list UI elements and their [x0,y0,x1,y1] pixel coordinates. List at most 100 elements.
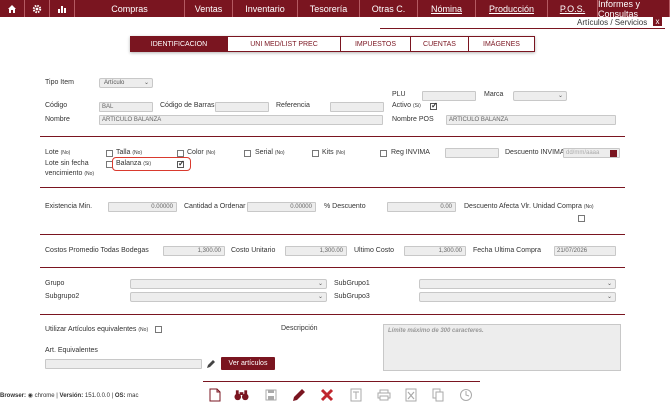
descripcion-textarea[interactable]: Límite máximo de 300 caracteres. [383,324,621,371]
codigo-input[interactable]: BAL [99,102,153,112]
tab-identificacion[interactable]: IDENTIFICACION [131,37,228,51]
utilizar-equiv-text: Utilizar Artículos equivalentes [45,326,137,333]
fecha-ultima-input[interactable]: 21/07/2026 [554,246,616,256]
reg-invima-label: Reg INVIMA [391,149,430,156]
costo-unitario-input[interactable]: 1,300.00 [285,246,347,256]
codigo-barras-input[interactable] [215,102,269,112]
tipo-item-value: Artículo [104,80,125,86]
pencil-icon[interactable] [206,359,216,369]
nav-pos[interactable]: P.O.S. [548,0,598,17]
separator: | [56,393,58,399]
home-icon[interactable] [0,0,25,17]
title-divider [380,28,665,29]
lote-sin-fecha-label: Lote sin fecha [45,160,89,167]
lote-text: Lote [45,149,59,156]
desc-invima-label: Descuento INVIMA [505,149,565,156]
ver-articulos-button[interactable]: Ver artículos [221,357,275,370]
nav-produccion[interactable]: Producción [476,0,548,17]
activo-label: Activo (Si) [392,102,421,109]
os-label: OS: [114,393,126,399]
grupo-select[interactable]: ⌄ [130,279,327,289]
edit-pencil-icon[interactable] [291,387,306,402]
os-value: mac [127,393,139,399]
talla-hint: (No) [132,150,143,156]
color-checkbox[interactable] [244,150,251,157]
bar-chart-icon[interactable] [50,0,75,17]
referencia-input[interactable] [330,102,384,112]
search-binoculars-icon[interactable] [234,387,249,402]
cantidad-label: Cantidad a Ordenar [184,203,246,210]
cantidad-input[interactable]: 0.00000 [247,202,316,212]
history-icon[interactable] [458,387,473,402]
costo-promedio-input[interactable]: 1,300.00 [163,246,225,256]
nav-nomina[interactable]: Nómina [418,0,476,17]
new-document-icon[interactable] [207,387,222,402]
copy-icon[interactable] [430,387,445,402]
reg-invima-input[interactable] [445,148,499,158]
referencia-label: Referencia [276,102,310,109]
section-divider [40,314,625,315]
close-icon[interactable]: x [653,17,662,26]
ultimo-costo-input[interactable]: 1,300.00 [404,246,466,256]
window-title: Artículos / Servicios [577,18,648,27]
vencimiento-text: vencimiento [45,170,83,177]
descuento-input[interactable]: 0.00 [387,202,456,212]
nombre-pos-input[interactable]: ARTICULO BALANZA [446,115,616,125]
tab-impuestos[interactable]: IMPUESTOS [341,37,411,51]
existencia-input[interactable]: 0.00000 [108,202,177,212]
art-equiv-input[interactable] [45,359,202,369]
utilizar-equiv-label: Utilizar Artículos equivalentes (No) [45,326,148,333]
balanza-label: Balanza (Si) [116,160,151,167]
desc-afecta-hint: (No) [583,204,594,210]
section-divider [40,136,625,137]
utilizar-equiv-hint: (No) [138,327,149,333]
tab-cuentas[interactable]: CUENTAS [411,37,469,51]
kits-hint: (No) [335,150,346,156]
chevron-down-icon: ⌄ [317,281,323,287]
tipo-item-select[interactable]: Artículo ⌄ [99,78,153,88]
nav-otras[interactable]: Otras C. [360,0,418,17]
chevron-down-icon: ⌄ [143,80,149,86]
tab-uni-med[interactable]: UNI MED/LIST PREC [228,37,341,51]
nav-ventas[interactable]: Ventas [185,0,233,17]
costo-unitario-label: Costo Unitario [231,247,276,254]
subgrupo2-select[interactable]: ⌄ [130,292,327,302]
activo-checkbox[interactable] [430,101,438,110]
ultimo-costo-label: Ultimo Costo [354,247,395,254]
color-label: Color (No) [187,149,215,156]
subgrupo1-select[interactable]: ⌄ [419,279,616,289]
serial-checkbox[interactable] [312,150,319,157]
plu-input[interactable] [422,91,476,101]
fecha-ultima-label: Fecha Ultima Compra [473,247,542,254]
chevron-down-icon: ⌄ [606,294,612,300]
talla-text: Talla [116,149,131,156]
marca-select[interactable]: ⌄ [513,91,567,101]
desc-afecta-checkbox[interactable] [578,215,585,222]
lote-checkbox[interactable] [106,150,113,157]
subgrupo3-select[interactable]: ⌄ [419,292,616,302]
calendar-icon[interactable] [610,150,617,157]
gear-icon[interactable] [25,0,50,17]
version-value: 151.0.0.0 [84,393,110,399]
vencimiento-hint: (No) [84,171,95,177]
delete-x-icon[interactable] [319,387,334,402]
text-icon[interactable] [348,387,363,402]
costo-promedio-label: Costos Promedio Todas Bodegas [45,247,149,254]
nav-informes[interactable]: Informes y Consultas [598,0,670,19]
nombre-input[interactable]: ARTICULO BALANZA [99,115,383,125]
talla-checkbox[interactable] [177,150,184,157]
lote-label: Lote (No) [45,149,70,156]
balanza-checkbox[interactable] [177,159,185,168]
reg-invima-checkbox[interactable] [380,150,387,157]
balanza-hint: (Si) [143,161,152,167]
nav-tesoreria[interactable]: Tesorería [298,0,360,17]
utilizar-equiv-checkbox[interactable] [155,326,162,333]
tab-imagenes[interactable]: IMÁGENES [469,37,534,51]
nav-compras[interactable]: Compras [75,0,185,17]
export-excel-icon[interactable] [403,387,418,402]
print-icon[interactable] [376,387,391,402]
nombre-pos-label: Nombre POS [392,116,434,123]
save-icon[interactable] [263,387,278,402]
descripcion-label: Descripción [281,325,318,332]
nav-inventario[interactable]: Inventario [233,0,298,17]
